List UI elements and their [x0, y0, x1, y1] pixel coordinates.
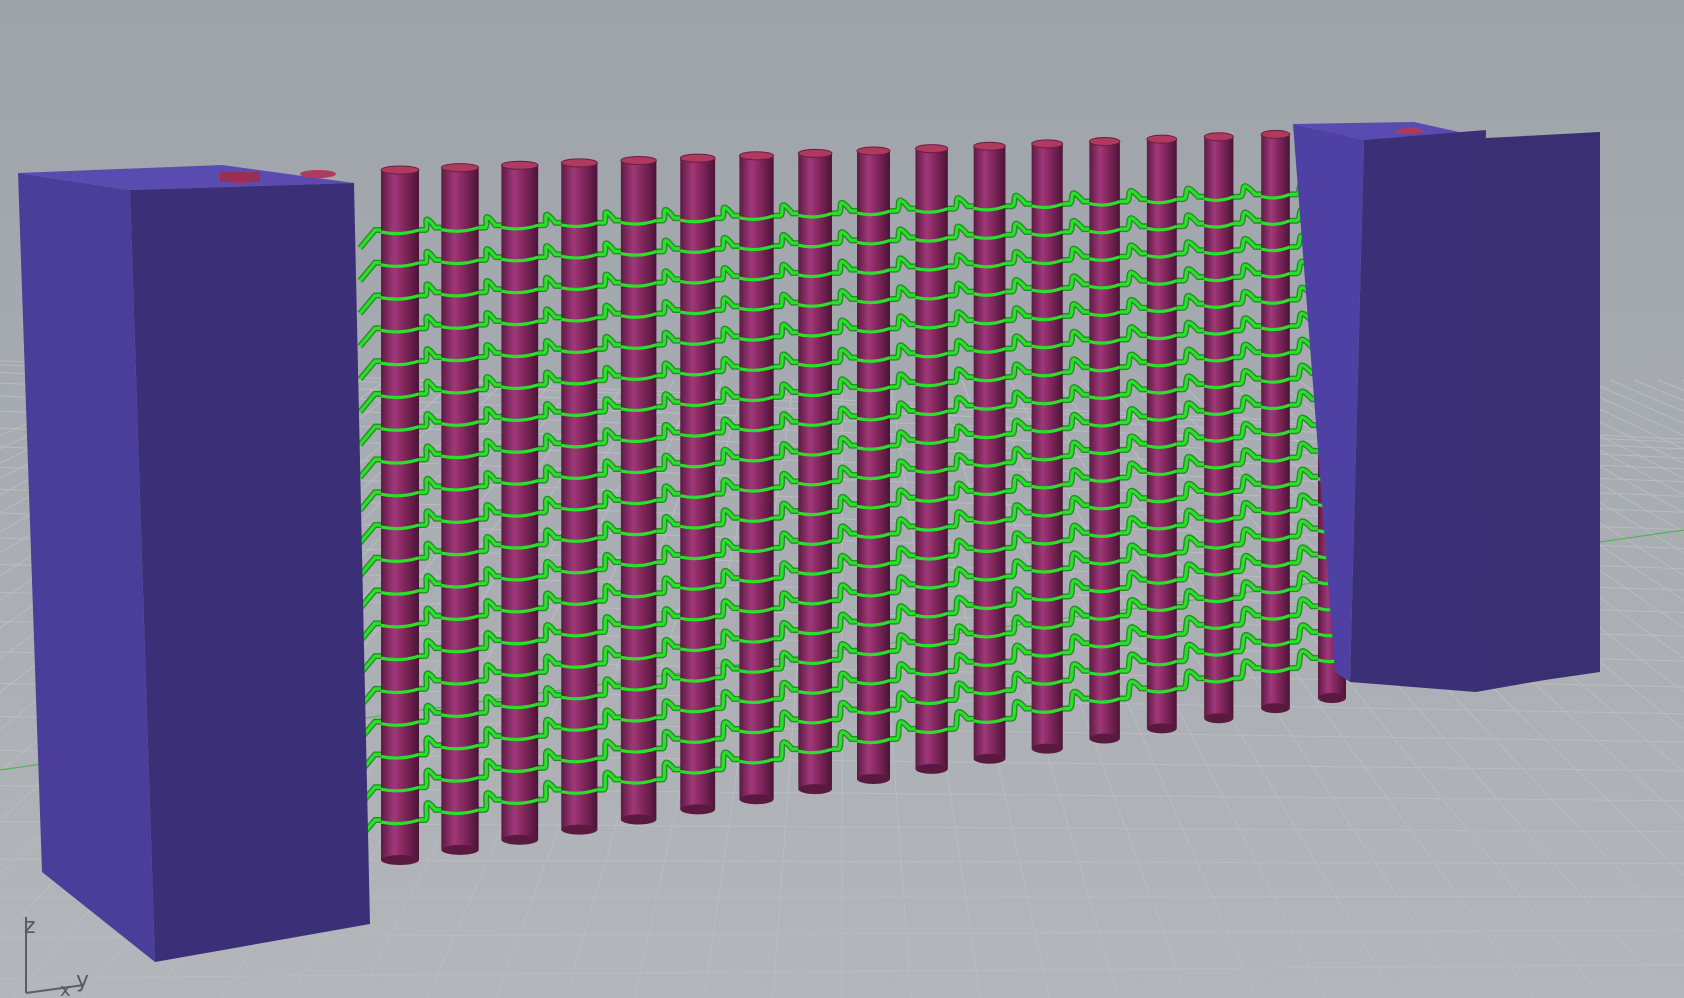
perspective-viewport[interactable]: z y x [0, 0, 1684, 998]
rod-cap [1146, 134, 1178, 144]
pillar-front-face [1350, 130, 1486, 692]
rod-base [739, 794, 774, 805]
rod-base [501, 834, 539, 845]
rod-cap [797, 148, 833, 158]
rod-body [1261, 134, 1290, 709]
rod-base [620, 814, 657, 825]
rod-cap [738, 151, 775, 161]
rod-cap [380, 165, 420, 175]
pillar-end-face [1476, 132, 1600, 690]
axis-y-label: y [76, 968, 90, 993]
pillar-rod-stub [220, 172, 260, 182]
right-pillar-box[interactable] [1293, 122, 1600, 712]
rod [440, 163, 480, 855]
rod-base [1146, 723, 1177, 734]
rod-base [1261, 703, 1290, 714]
rod [797, 148, 833, 795]
rod-base [857, 774, 890, 784]
scene-canvas[interactable] [0, 0, 1684, 998]
rod [1260, 129, 1291, 714]
rod-cap [914, 144, 949, 154]
rod [1146, 134, 1178, 734]
rod [856, 146, 891, 784]
rod [914, 144, 949, 774]
rod [560, 158, 598, 835]
rod-base [1089, 733, 1120, 744]
rod-cap [973, 141, 1006, 151]
rod [1203, 132, 1235, 724]
rod-cap [500, 160, 539, 170]
rod-cap [856, 146, 891, 156]
rod-base [1204, 713, 1234, 724]
grid-line [1585, 379, 1684, 424]
rod [679, 153, 716, 815]
rod-cap [1031, 139, 1064, 149]
rod-cap [1203, 132, 1234, 142]
rod-base [973, 753, 1006, 764]
rod-cap [440, 163, 480, 173]
rod-base [915, 763, 948, 774]
rod [738, 151, 775, 805]
left-pillar-front-face[interactable] [18, 165, 370, 962]
rod [620, 156, 657, 825]
pillar-rod-cap [1396, 128, 1424, 134]
rod-base [381, 855, 419, 865]
rod-cap [1260, 129, 1291, 139]
rod-base [798, 784, 832, 795]
rod-base [1318, 693, 1346, 703]
rod-cap [679, 153, 716, 163]
rod [500, 160, 539, 845]
rod-base [561, 824, 598, 835]
axis-z-label: z [24, 914, 36, 939]
rod [380, 165, 420, 865]
rod-base [680, 804, 716, 815]
rod-base [441, 844, 479, 855]
rod-cap [560, 158, 598, 168]
rods-and-wires [357, 127, 1387, 865]
rod [1088, 137, 1121, 744]
pillar-rod-cap [300, 170, 336, 178]
rod-cap [620, 156, 657, 165]
rod-base [1031, 743, 1063, 754]
axis-x-label: x [60, 980, 71, 998]
pillar-front-face [130, 183, 370, 962]
rod-cap [1088, 137, 1121, 146]
rod [1031, 139, 1064, 754]
rod [973, 141, 1006, 764]
